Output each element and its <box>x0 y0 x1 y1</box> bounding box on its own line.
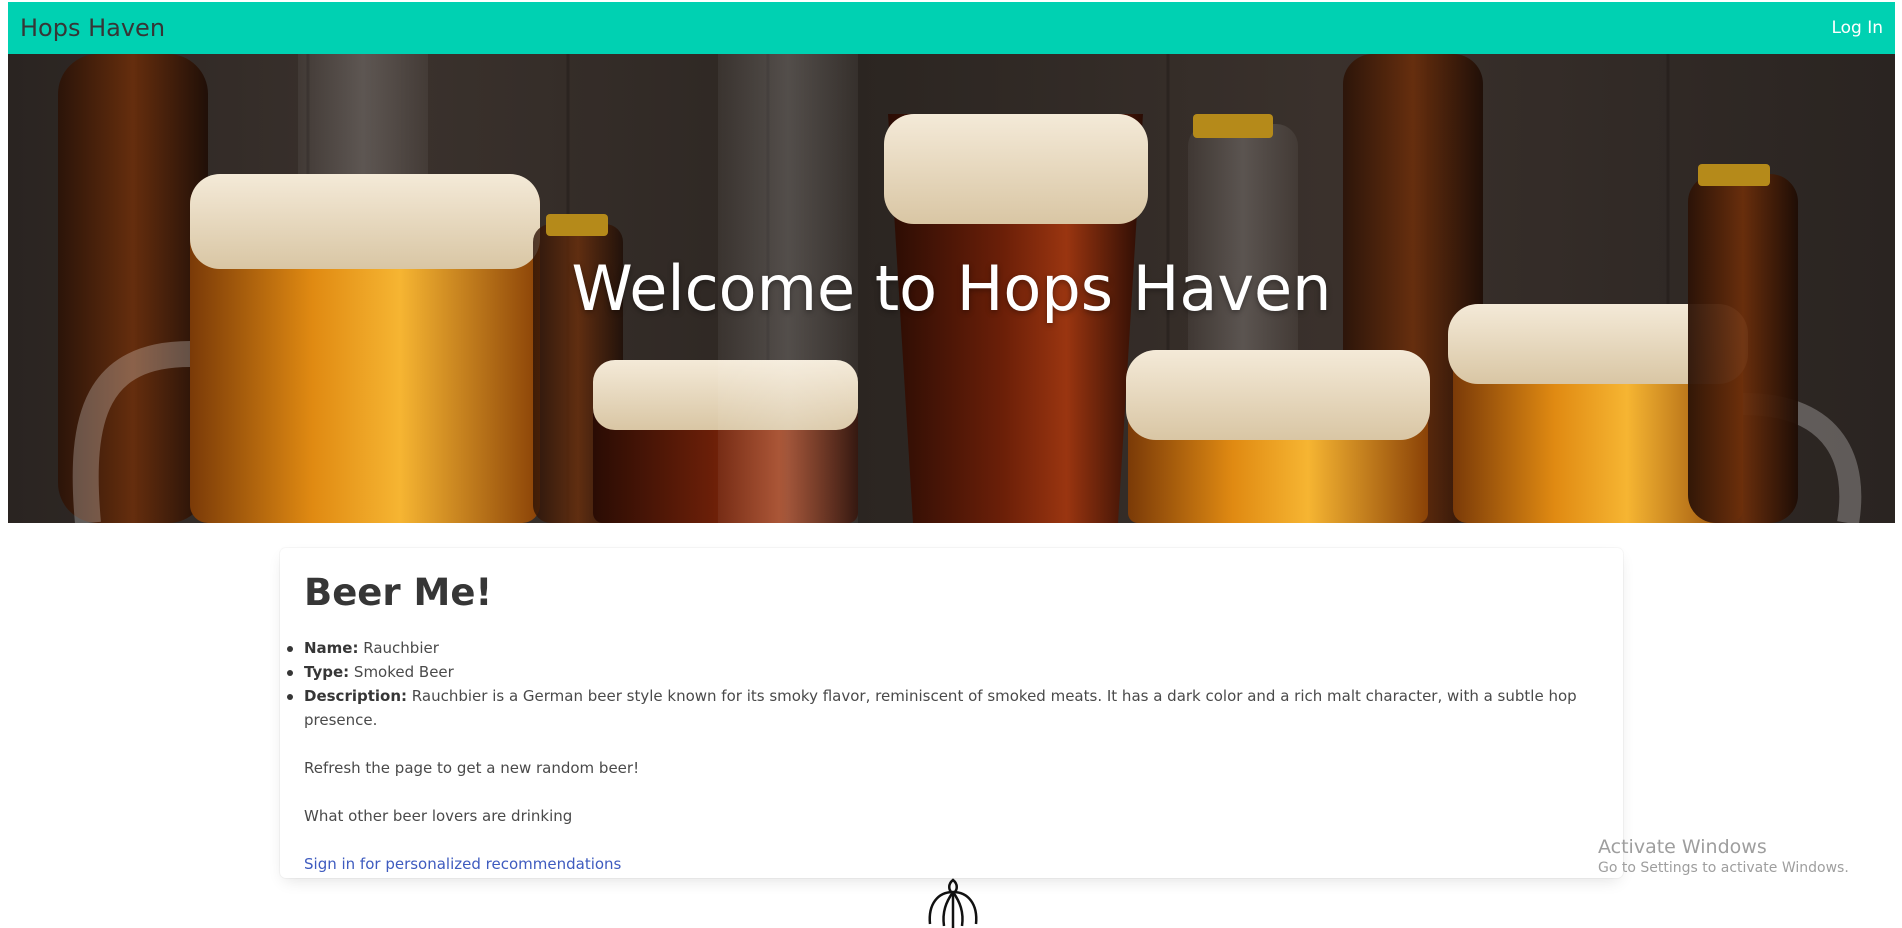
hero-title: Welcome to Hops Haven <box>571 252 1332 325</box>
hero-banner: Welcome to Hops Haven <box>8 54 1895 523</box>
detail-label: Description: <box>304 687 408 706</box>
signin-paragraph: Sign in for personalized recommendations <box>304 852 1599 876</box>
list-item: Description: Rauchbier is a German beer … <box>287 684 1599 732</box>
others-drinking-text: What other beer lovers are drinking <box>304 807 573 826</box>
watermark-title: Activate Windows <box>1598 836 1767 858</box>
activate-windows-watermark: Activate Windows Go to Settings to activ… <box>1598 836 1849 876</box>
navbar: Hops Haven Log In <box>8 2 1895 54</box>
signin-link[interactable]: Sign in for personalized recommendations <box>304 855 621 873</box>
brand-link[interactable]: Hops Haven <box>20 14 165 42</box>
detail-value: Rauchbier is a German beer style known f… <box>304 687 1577 730</box>
card-title: Beer Me! <box>304 571 493 614</box>
detail-value: Rauchbier <box>363 639 439 658</box>
detail-label: Type: <box>304 663 350 682</box>
hop-icon <box>920 878 986 928</box>
list-item: Name: Rauchbier <box>287 636 1599 660</box>
refresh-text: Refresh the page to get a new random bee… <box>304 759 640 778</box>
beer-card: Beer Me! Name: Rauchbier Type: Smoked Be… <box>280 548 1623 878</box>
list-item: Type: Smoked Beer <box>287 660 1599 684</box>
login-button[interactable]: Log In <box>1831 18 1883 38</box>
page: Hops Haven Log In Welcome to Hops Haven … <box>0 0 1902 928</box>
beer-details-list: Name: Rauchbier Type: Smoked Beer Descri… <box>287 636 1599 732</box>
detail-value: Smoked Beer <box>353 663 454 682</box>
watermark-subtitle: Go to Settings to activate Windows. <box>1598 860 1849 876</box>
detail-label: Name: <box>304 639 359 658</box>
